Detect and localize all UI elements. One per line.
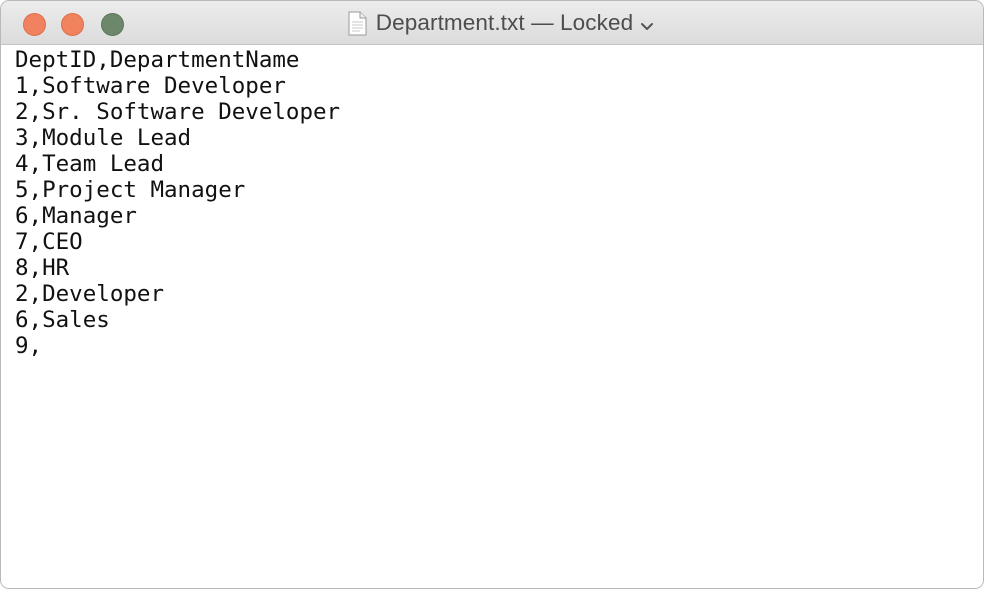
window-title: Department.txt — Locked [375, 10, 634, 35]
text-line[interactable]: 5,Project Manager [15, 177, 983, 203]
text-line[interactable]: 6,Manager [15, 203, 983, 229]
text-line[interactable]: 1,Software Developer [15, 73, 983, 99]
text-line[interactable]: 2,Developer [15, 281, 983, 307]
text-line[interactable]: 8,HR [15, 255, 983, 281]
text-editor-content[interactable]: DeptID,DepartmentName 1,Software Develop… [1, 45, 983, 588]
text-line[interactable]: 4,Team Lead [15, 151, 983, 177]
text-line[interactable]: DeptID,DepartmentName [15, 47, 983, 73]
text-editor-window: Department.txt — Locked DeptID,Departmen… [0, 0, 984, 589]
text-line[interactable]: 9, [15, 333, 983, 359]
text-line[interactable]: 2,Sr. Software Developer [15, 99, 983, 125]
text-line[interactable]: 6,Sales [15, 307, 983, 333]
text-line[interactable]: 7,CEO [15, 229, 983, 255]
title-bar[interactable]: Department.txt — Locked [1, 1, 983, 45]
text-line[interactable]: 3,Module Lead [15, 125, 983, 151]
text-document-icon [348, 11, 367, 36]
document-text[interactable]: DeptID,DepartmentName 1,Software Develop… [15, 47, 983, 359]
chevron-down-icon[interactable] [640, 19, 654, 30]
window-title-area[interactable]: Department.txt — Locked [1, 1, 983, 45]
